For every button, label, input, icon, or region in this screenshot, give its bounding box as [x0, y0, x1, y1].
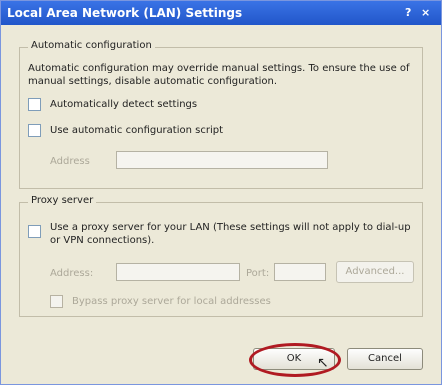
bypass-local-row[interactable]: Bypass proxy server for local addresses: [50, 295, 350, 309]
window-title: Local Area Network (LAN) Settings: [7, 6, 243, 20]
lan-settings-dialog: Local Area Network (LAN) Settings ? × Au…: [0, 0, 442, 385]
advanced-button[interactable]: Advanced...: [336, 261, 414, 283]
script-address-label: Address: [50, 156, 90, 167]
title-bar: Local Area Network (LAN) Settings ? ×: [1, 1, 441, 25]
proxy-address-label: Address:: [50, 268, 94, 279]
proxy-address-input[interactable]: [116, 263, 240, 281]
config-script-checkbox[interactable]: [28, 124, 41, 137]
proxy-port-label: Port:: [246, 268, 270, 279]
auto-detect-checkbox[interactable]: [28, 98, 41, 111]
auto-detect-row[interactable]: Automatically detect settings: [28, 98, 408, 112]
close-icon[interactable]: ×: [421, 7, 433, 19]
help-icon[interactable]: ?: [405, 7, 417, 19]
script-address-input[interactable]: [116, 151, 328, 169]
auto-detect-label: Automatically detect settings: [50, 99, 198, 110]
use-proxy-checkbox[interactable]: [28, 225, 41, 238]
bypass-local-checkbox[interactable]: [50, 295, 63, 308]
use-proxy-row[interactable]: Use a proxy server for your LAN (These s…: [28, 221, 418, 249]
use-proxy-label: Use a proxy server for your LAN (These s…: [50, 222, 411, 246]
proxy-server-legend: Proxy server: [28, 195, 97, 206]
automatic-configuration-legend: Automatic configuration: [28, 40, 155, 51]
automatic-configuration-description: Automatic configuration may override man…: [28, 63, 410, 87]
bypass-local-label: Bypass proxy server for local addresses: [72, 296, 271, 307]
automatic-configuration-group: Automatic configuration Automatic config…: [19, 40, 423, 189]
config-script-row[interactable]: Use automatic configuration script: [28, 124, 408, 138]
proxy-port-input[interactable]: [274, 263, 326, 281]
config-script-label: Use automatic configuration script: [50, 125, 223, 136]
pointer-cursor-icon: ↖: [317, 355, 329, 371]
proxy-server-group: Proxy server Use a proxy server for your…: [19, 195, 423, 317]
cancel-button[interactable]: Cancel: [347, 348, 423, 370]
